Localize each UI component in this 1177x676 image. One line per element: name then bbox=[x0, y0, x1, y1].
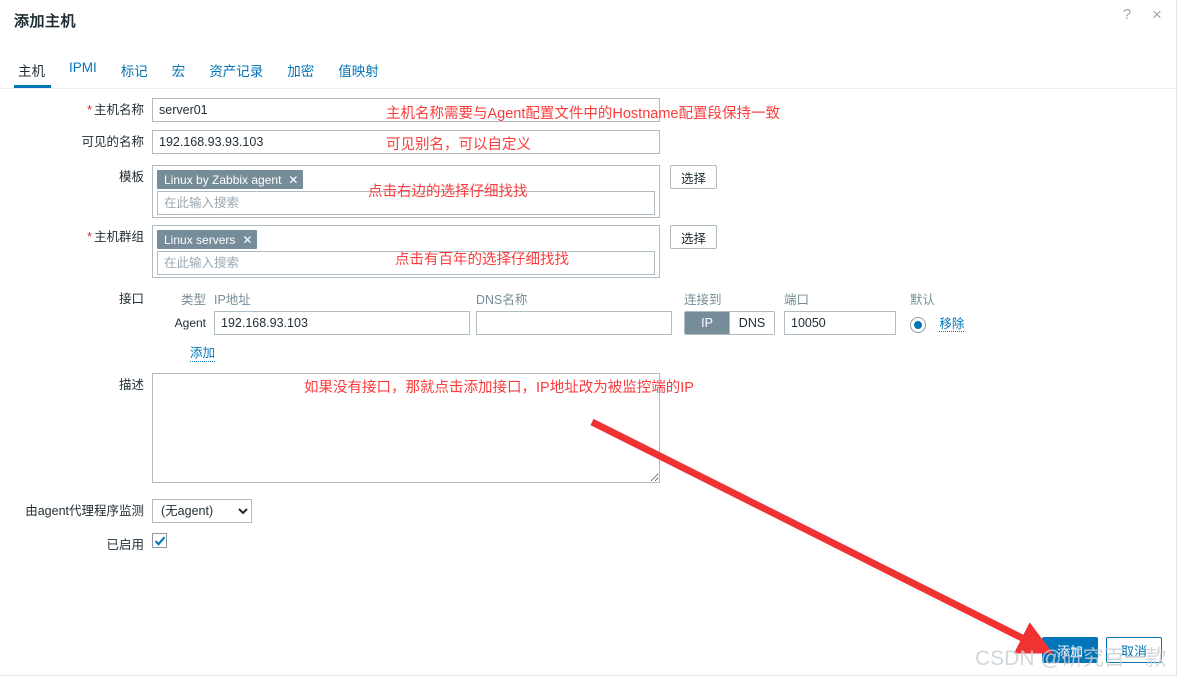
host-name-input[interactable] bbox=[152, 98, 660, 122]
template-chip: Linux by Zabbix agent ✕ bbox=[157, 170, 304, 189]
interface-dns-input[interactable] bbox=[476, 311, 672, 335]
table-row: Agent IP DNS bbox=[152, 309, 990, 337]
field-row-enabled: 已启用 bbox=[0, 533, 1176, 561]
tab-macros[interactable]: 宏 bbox=[160, 60, 198, 88]
host-groups-label: * 主机群组 bbox=[87, 230, 144, 244]
interfaces-table-header: 类型 IP地址 DNS名称 连接到 端口 默认 bbox=[152, 287, 990, 309]
host-groups-multiselect[interactable]: Linux servers ✕ bbox=[152, 225, 660, 278]
add-host-dialog: 添加主机 ? × 主机 IPMI 标记 宏 资产记录 加密 值映射 * 主机名称 … bbox=[0, 0, 1177, 676]
field-row-interfaces: 接口 类型 IP地址 DNS名称 连接到 端口 默认 Agent 192.168… bbox=[0, 287, 1176, 367]
required-marker: * bbox=[87, 103, 92, 117]
interfaces-label: 接口 bbox=[118, 292, 144, 306]
tab-encryption[interactable]: 加密 bbox=[275, 60, 326, 88]
col-header-port: 端口 bbox=[784, 292, 810, 307]
dialog-header-buttons: ? × bbox=[1118, 5, 1166, 23]
tab-host[interactable]: 主机 bbox=[14, 60, 57, 88]
description-textarea[interactable] bbox=[152, 373, 660, 483]
remove-interface-link[interactable]: 移除 bbox=[939, 317, 965, 333]
templates-search-input[interactable] bbox=[157, 191, 655, 215]
host-group-chip: Linux servers ✕ bbox=[157, 230, 258, 249]
tabs-underline bbox=[0, 88, 1176, 89]
add-interface-row: 添加 bbox=[152, 337, 990, 367]
interface-ip-cell bbox=[214, 311, 470, 335]
description-label: 描述 bbox=[118, 378, 144, 392]
submit-button[interactable]: 添加 bbox=[1041, 637, 1098, 663]
col-header-ip: IP地址 bbox=[214, 292, 251, 307]
field-row-monitored-by-proxy: 由agent代理程序监测 (无agent) bbox=[0, 499, 1176, 533]
templates-multiselect[interactable]: Linux by Zabbix agent ✕ bbox=[152, 165, 660, 218]
visible-name-input[interactable] bbox=[152, 130, 660, 154]
enabled-checkbox[interactable] bbox=[152, 533, 167, 548]
field-row-visible-name: 可见的名称 bbox=[0, 130, 1176, 165]
help-icon[interactable]: ? bbox=[1118, 5, 1136, 23]
interface-type: Agent bbox=[174, 316, 206, 330]
templates-select-button[interactable]: 选择 bbox=[670, 165, 718, 189]
col-header-default: 默认 bbox=[910, 292, 936, 307]
visible-name-label: 可见的名称 bbox=[81, 135, 144, 149]
col-header-connect-to: 连接到 bbox=[684, 292, 722, 307]
host-group-chip-label: Linux servers bbox=[164, 232, 236, 247]
col-header-dns: DNS名称 bbox=[476, 292, 528, 307]
interface-port-input[interactable] bbox=[784, 311, 896, 335]
connect-to-segmented-control: IP DNS bbox=[684, 311, 775, 335]
enabled-label: 已启用 bbox=[106, 538, 144, 552]
interface-dns-cell bbox=[476, 311, 678, 335]
monitored-by-proxy-label: 由agent代理程序监测 bbox=[25, 504, 144, 518]
host-groups-select-button[interactable]: 选择 bbox=[670, 225, 718, 249]
field-row-templates: 模板 Linux by Zabbix agent ✕ 选择 bbox=[0, 165, 1176, 225]
field-row-host-name: * 主机名称 bbox=[0, 98, 1176, 130]
monitored-by-proxy-select[interactable]: (无agent) bbox=[152, 499, 252, 523]
tab-inventory[interactable]: 资产记录 bbox=[197, 60, 275, 88]
host-groups-search-input[interactable] bbox=[157, 251, 655, 275]
dialog-footer: 添加 取消 bbox=[1041, 637, 1162, 663]
interface-ip-input[interactable] bbox=[214, 311, 470, 335]
host-name-label: * 主机名称 bbox=[87, 103, 144, 117]
field-row-description: 描述 bbox=[0, 373, 1176, 499]
tab-bar: 主机 IPMI 标记 宏 资产记录 加密 值映射 bbox=[14, 60, 1176, 88]
dialog-header: 添加主机 ? × bbox=[0, 0, 1176, 42]
cancel-button[interactable]: 取消 bbox=[1105, 637, 1162, 663]
default-interface-radio[interactable] bbox=[910, 316, 926, 333]
check-icon bbox=[154, 536, 165, 546]
required-marker: * bbox=[87, 230, 92, 244]
tab-tags[interactable]: 标记 bbox=[109, 60, 160, 88]
connect-to-option-dns[interactable]: DNS bbox=[729, 312, 774, 334]
connect-to-option-ip[interactable]: IP bbox=[685, 312, 729, 334]
add-interface-link[interactable]: 添加 bbox=[190, 342, 216, 362]
interface-default-cell: 移除 bbox=[910, 313, 990, 333]
col-header-type: 类型 bbox=[180, 292, 206, 307]
interfaces-table: 类型 IP地址 DNS名称 连接到 端口 默认 Agent 192.168.93… bbox=[152, 287, 990, 367]
host-form: *主机名称 可见的名称 模板 Linux by Zabbix agent ✕ 选… bbox=[0, 98, 1176, 561]
remove-chip-icon[interactable]: ✕ bbox=[242, 234, 252, 246]
remove-chip-icon[interactable]: ✕ bbox=[288, 174, 298, 186]
page-title: 添加主机 bbox=[14, 13, 77, 30]
templates-label: 模板 bbox=[118, 170, 144, 184]
interface-connect-to-toggle: IP DNS bbox=[684, 311, 780, 335]
tab-ipmi[interactable]: IPMI bbox=[57, 60, 109, 83]
close-icon[interactable]: × bbox=[1148, 5, 1166, 23]
field-row-host-groups: *主机群组 Linux servers ✕ 选择 bbox=[0, 225, 1176, 287]
interface-port-cell bbox=[784, 311, 900, 335]
template-chip-label: Linux by Zabbix agent bbox=[164, 172, 282, 187]
tab-value-mapping[interactable]: 值映射 bbox=[326, 60, 391, 88]
